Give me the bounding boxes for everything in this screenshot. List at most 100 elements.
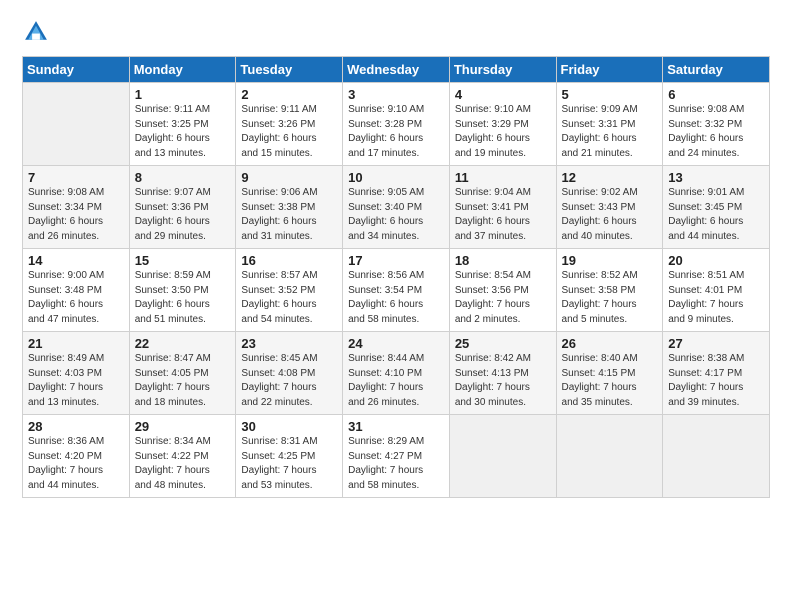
day-info: Sunrise: 9:09 AM Sunset: 3:31 PM Dayligh… [562, 103, 659, 161]
weekday-wednesday: Wednesday [343, 57, 450, 83]
day-number: 28 [28, 419, 125, 434]
day-info: Sunrise: 9:04 AM Sunset: 3:41 PM Dayligh… [455, 186, 552, 244]
day-cell: 15Sunrise: 8:59 AM Sunset: 3:50 PM Dayli… [129, 249, 236, 332]
week-row-4: 28Sunrise: 8:36 AM Sunset: 4:20 PM Dayli… [23, 415, 770, 498]
day-number: 25 [455, 336, 552, 351]
day-number: 18 [455, 253, 552, 268]
day-info: Sunrise: 8:42 AM Sunset: 4:13 PM Dayligh… [455, 352, 552, 410]
day-info: Sunrise: 8:56 AM Sunset: 3:54 PM Dayligh… [348, 269, 445, 327]
weekday-sunday: Sunday [23, 57, 130, 83]
day-cell: 2Sunrise: 9:11 AM Sunset: 3:26 PM Daylig… [236, 83, 343, 166]
day-cell: 19Sunrise: 8:52 AM Sunset: 3:58 PM Dayli… [556, 249, 663, 332]
day-info: Sunrise: 8:51 AM Sunset: 4:01 PM Dayligh… [668, 269, 765, 327]
day-number: 29 [135, 419, 232, 434]
day-number: 4 [455, 87, 552, 102]
day-cell: 25Sunrise: 8:42 AM Sunset: 4:13 PM Dayli… [449, 332, 556, 415]
day-number: 10 [348, 170, 445, 185]
logo-icon [22, 18, 50, 46]
weekday-monday: Monday [129, 57, 236, 83]
day-cell [556, 415, 663, 498]
day-number: 14 [28, 253, 125, 268]
weekday-tuesday: Tuesday [236, 57, 343, 83]
day-cell: 16Sunrise: 8:57 AM Sunset: 3:52 PM Dayli… [236, 249, 343, 332]
day-info: Sunrise: 8:40 AM Sunset: 4:15 PM Dayligh… [562, 352, 659, 410]
day-info: Sunrise: 8:36 AM Sunset: 4:20 PM Dayligh… [28, 435, 125, 493]
day-cell: 22Sunrise: 8:47 AM Sunset: 4:05 PM Dayli… [129, 332, 236, 415]
weekday-header-row: SundayMondayTuesdayWednesdayThursdayFrid… [23, 57, 770, 83]
day-info: Sunrise: 9:06 AM Sunset: 3:38 PM Dayligh… [241, 186, 338, 244]
week-row-1: 7Sunrise: 9:08 AM Sunset: 3:34 PM Daylig… [23, 166, 770, 249]
day-info: Sunrise: 8:45 AM Sunset: 4:08 PM Dayligh… [241, 352, 338, 410]
day-number: 20 [668, 253, 765, 268]
day-number: 11 [455, 170, 552, 185]
day-info: Sunrise: 9:01 AM Sunset: 3:45 PM Dayligh… [668, 186, 765, 244]
day-number: 27 [668, 336, 765, 351]
day-info: Sunrise: 8:38 AM Sunset: 4:17 PM Dayligh… [668, 352, 765, 410]
week-row-2: 14Sunrise: 9:00 AM Sunset: 3:48 PM Dayli… [23, 249, 770, 332]
day-number: 16 [241, 253, 338, 268]
day-cell [449, 415, 556, 498]
day-cell: 26Sunrise: 8:40 AM Sunset: 4:15 PM Dayli… [556, 332, 663, 415]
day-cell: 17Sunrise: 8:56 AM Sunset: 3:54 PM Dayli… [343, 249, 450, 332]
day-cell: 4Sunrise: 9:10 AM Sunset: 3:29 PM Daylig… [449, 83, 556, 166]
day-cell: 12Sunrise: 9:02 AM Sunset: 3:43 PM Dayli… [556, 166, 663, 249]
day-info: Sunrise: 8:49 AM Sunset: 4:03 PM Dayligh… [28, 352, 125, 410]
day-cell: 24Sunrise: 8:44 AM Sunset: 4:10 PM Dayli… [343, 332, 450, 415]
day-info: Sunrise: 8:34 AM Sunset: 4:22 PM Dayligh… [135, 435, 232, 493]
day-cell: 9Sunrise: 9:06 AM Sunset: 3:38 PM Daylig… [236, 166, 343, 249]
day-number: 3 [348, 87, 445, 102]
day-cell: 1Sunrise: 9:11 AM Sunset: 3:25 PM Daylig… [129, 83, 236, 166]
weekday-saturday: Saturday [663, 57, 770, 83]
day-number: 17 [348, 253, 445, 268]
day-number: 5 [562, 87, 659, 102]
day-info: Sunrise: 8:29 AM Sunset: 4:27 PM Dayligh… [348, 435, 445, 493]
day-cell: 13Sunrise: 9:01 AM Sunset: 3:45 PM Dayli… [663, 166, 770, 249]
day-number: 8 [135, 170, 232, 185]
day-cell: 11Sunrise: 9:04 AM Sunset: 3:41 PM Dayli… [449, 166, 556, 249]
day-cell: 14Sunrise: 9:00 AM Sunset: 3:48 PM Dayli… [23, 249, 130, 332]
day-number: 22 [135, 336, 232, 351]
week-row-3: 21Sunrise: 8:49 AM Sunset: 4:03 PM Dayli… [23, 332, 770, 415]
day-info: Sunrise: 9:08 AM Sunset: 3:34 PM Dayligh… [28, 186, 125, 244]
day-info: Sunrise: 8:57 AM Sunset: 3:52 PM Dayligh… [241, 269, 338, 327]
day-info: Sunrise: 9:02 AM Sunset: 3:43 PM Dayligh… [562, 186, 659, 244]
calendar-table: SundayMondayTuesdayWednesdayThursdayFrid… [22, 56, 770, 498]
day-number: 31 [348, 419, 445, 434]
day-info: Sunrise: 8:52 AM Sunset: 3:58 PM Dayligh… [562, 269, 659, 327]
day-number: 1 [135, 87, 232, 102]
day-cell: 10Sunrise: 9:05 AM Sunset: 3:40 PM Dayli… [343, 166, 450, 249]
logo [22, 18, 52, 46]
day-info: Sunrise: 9:08 AM Sunset: 3:32 PM Dayligh… [668, 103, 765, 161]
day-info: Sunrise: 9:10 AM Sunset: 3:29 PM Dayligh… [455, 103, 552, 161]
day-number: 19 [562, 253, 659, 268]
day-info: Sunrise: 9:05 AM Sunset: 3:40 PM Dayligh… [348, 186, 445, 244]
day-cell: 8Sunrise: 9:07 AM Sunset: 3:36 PM Daylig… [129, 166, 236, 249]
day-info: Sunrise: 9:11 AM Sunset: 3:26 PM Dayligh… [241, 103, 338, 161]
day-info: Sunrise: 8:44 AM Sunset: 4:10 PM Dayligh… [348, 352, 445, 410]
day-cell: 20Sunrise: 8:51 AM Sunset: 4:01 PM Dayli… [663, 249, 770, 332]
day-cell: 3Sunrise: 9:10 AM Sunset: 3:28 PM Daylig… [343, 83, 450, 166]
day-info: Sunrise: 8:54 AM Sunset: 3:56 PM Dayligh… [455, 269, 552, 327]
day-cell: 21Sunrise: 8:49 AM Sunset: 4:03 PM Dayli… [23, 332, 130, 415]
day-number: 30 [241, 419, 338, 434]
day-cell: 7Sunrise: 9:08 AM Sunset: 3:34 PM Daylig… [23, 166, 130, 249]
day-number: 12 [562, 170, 659, 185]
day-number: 9 [241, 170, 338, 185]
day-number: 23 [241, 336, 338, 351]
day-cell [663, 415, 770, 498]
day-info: Sunrise: 9:07 AM Sunset: 3:36 PM Dayligh… [135, 186, 232, 244]
day-number: 24 [348, 336, 445, 351]
day-info: Sunrise: 9:11 AM Sunset: 3:25 PM Dayligh… [135, 103, 232, 161]
day-cell: 28Sunrise: 8:36 AM Sunset: 4:20 PM Dayli… [23, 415, 130, 498]
day-number: 15 [135, 253, 232, 268]
day-info: Sunrise: 8:59 AM Sunset: 3:50 PM Dayligh… [135, 269, 232, 327]
day-cell: 27Sunrise: 8:38 AM Sunset: 4:17 PM Dayli… [663, 332, 770, 415]
day-number: 26 [562, 336, 659, 351]
day-cell [23, 83, 130, 166]
day-number: 13 [668, 170, 765, 185]
day-cell: 31Sunrise: 8:29 AM Sunset: 4:27 PM Dayli… [343, 415, 450, 498]
day-cell: 5Sunrise: 9:09 AM Sunset: 3:31 PM Daylig… [556, 83, 663, 166]
day-cell: 30Sunrise: 8:31 AM Sunset: 4:25 PM Dayli… [236, 415, 343, 498]
page: SundayMondayTuesdayWednesdayThursdayFrid… [0, 0, 792, 612]
day-cell: 23Sunrise: 8:45 AM Sunset: 4:08 PM Dayli… [236, 332, 343, 415]
